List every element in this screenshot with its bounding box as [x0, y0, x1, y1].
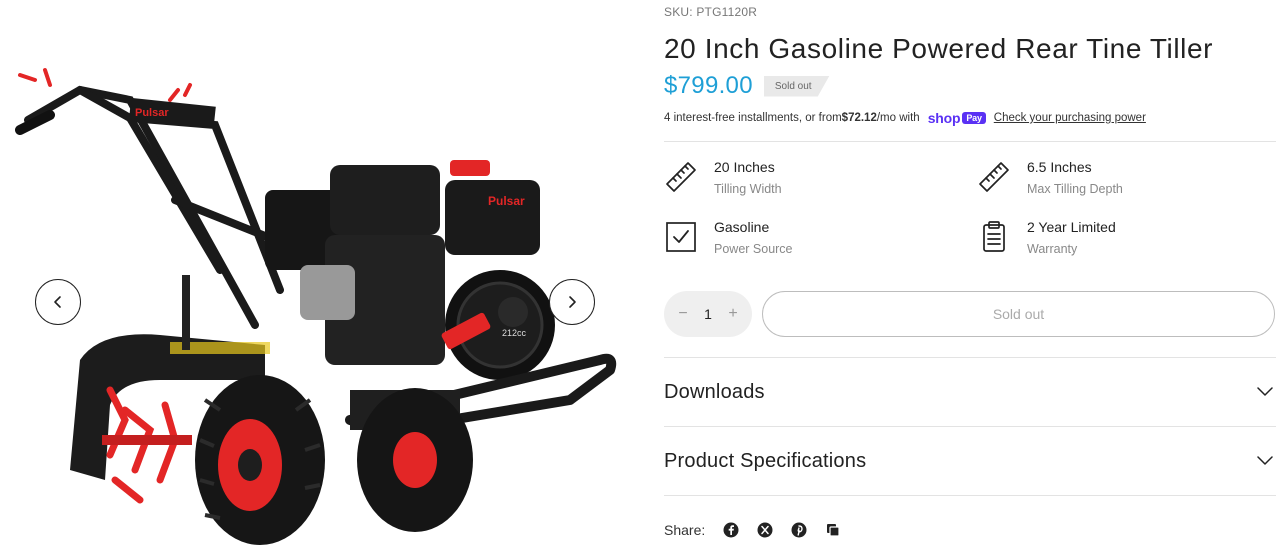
chevron-left-icon [54, 296, 61, 308]
installments-message: 4 interest-free installments, or from $7… [664, 110, 1146, 126]
clipboard-icon [983, 221, 1005, 252]
x-icon[interactable] [757, 522, 773, 538]
share-bar: Share: [664, 522, 859, 538]
feature-value: 20 Inches [714, 159, 775, 175]
accordion-title: Product Specifications [664, 449, 867, 472]
feature-max-depth: 6.5 Inches Max Tilling Depth [977, 158, 1123, 198]
feature-label: Warranty [1027, 242, 1078, 256]
shop-pay-wordmark: shop [927, 110, 961, 126]
price-row: $799.00 Sold out [664, 72, 830, 100]
chevron-down-icon [1257, 387, 1273, 396]
chevron-down-icon [1257, 456, 1273, 465]
installments-amount: $72.12 [841, 112, 877, 124]
chevron-right-icon [569, 296, 576, 308]
specifications-accordion[interactable]: Product Specifications [664, 427, 1276, 495]
copy-link-icon[interactable] [825, 522, 841, 538]
installments-text: 4 interest-free installments, or from [664, 112, 842, 124]
feature-value: 6.5 Inches [1027, 159, 1092, 175]
feature-value: Gasoline [714, 219, 770, 235]
facebook-icon[interactable] [723, 522, 739, 538]
divider [664, 141, 1276, 142]
downloads-accordion[interactable]: Downloads [664, 358, 1276, 426]
installments-period: /mo with [876, 112, 920, 124]
handle-brand-logo: Pulsar [135, 107, 169, 119]
sold-out-badge: Sold out [763, 75, 830, 97]
product-price: $799.00 [664, 72, 753, 99]
product-title: 20 Inch Gasoline Powered Rear Tine Tille… [664, 33, 1214, 64]
next-image-button[interactable] [549, 279, 595, 325]
shop-pay-logo: shop Pay [928, 110, 986, 126]
ruler-icon [979, 162, 1009, 192]
product-image: Pulsar Pulsar 212cc [15, 68, 617, 545]
feature-label: Power Source [714, 242, 793, 256]
shop-pay-badge: Pay [962, 112, 986, 124]
share-label: Share: [664, 522, 706, 538]
feature-label: Tilling Width [714, 182, 782, 196]
sold-out-button[interactable]: Sold out [762, 291, 1275, 337]
engine-brand-logo: Pulsar [488, 194, 525, 208]
feature-power-source: Gasoline Power Source [664, 218, 793, 258]
checkbox-icon [666, 222, 696, 252]
divider [664, 495, 1276, 496]
quantity-stepper: − 1 + [664, 291, 752, 337]
purchasing-power-link[interactable]: Check your purchasing power [994, 112, 1146, 124]
product-sku: SKU: PTG1120R [664, 5, 758, 19]
accordion-title: Downloads [664, 380, 765, 403]
quantity-input[interactable]: 1 [704, 306, 712, 322]
feature-label: Max Tilling Depth [1027, 182, 1123, 196]
ruler-icon [666, 162, 696, 192]
feature-warranty: 2 Year Limited Warranty [977, 218, 1116, 258]
product-gallery: Pulsar Pulsar 212cc [0, 0, 630, 559]
previous-image-button[interactable] [35, 279, 81, 325]
quantity-increase-button[interactable]: + [726, 305, 740, 323]
feature-value: 2 Year Limited [1027, 219, 1116, 235]
feature-tilling-width: 20 Inches Tilling Width [664, 158, 782, 198]
quantity-decrease-button[interactable]: − [676, 305, 690, 323]
pinterest-icon[interactable] [791, 522, 807, 538]
product-info: SKU: PTG1120R 20 Inch Gasoline Powered R… [664, 0, 1276, 559]
engine-displacement-badge: 212cc [502, 328, 527, 338]
